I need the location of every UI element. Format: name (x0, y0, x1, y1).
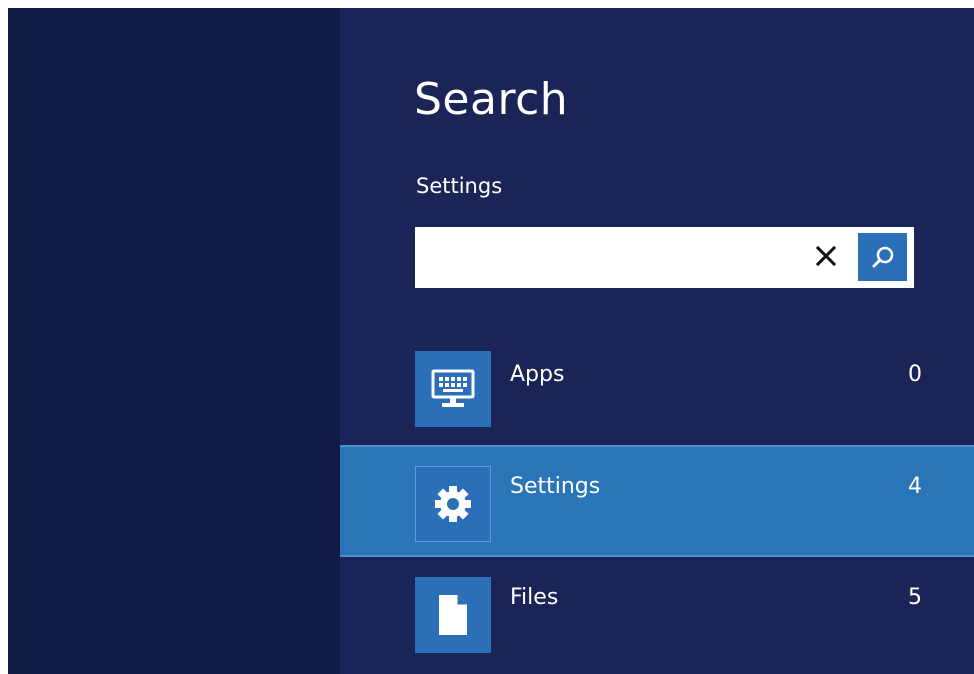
result-label: Files (510, 585, 559, 610)
result-count: 4 (908, 474, 922, 499)
desktop-background (8, 8, 340, 674)
charm-title: Search (414, 74, 569, 125)
result-count: 0 (908, 362, 922, 387)
files-tile (415, 577, 491, 653)
settings-tile (415, 466, 491, 542)
keyboard-monitor-icon (431, 369, 475, 407)
close-icon (815, 245, 837, 267)
result-label: Apps (510, 362, 565, 387)
screen: Search Settings Apps 0 Settings 4 Files … (8, 8, 974, 674)
search-box (415, 227, 914, 288)
search-icon (872, 246, 893, 268)
search-submit-button[interactable] (858, 233, 907, 281)
search-input[interactable] (415, 227, 800, 288)
result-label: Settings (510, 474, 601, 499)
search-scope-label[interactable]: Settings (416, 166, 502, 206)
result-row-files[interactable]: Files 5 (340, 573, 974, 674)
result-row-apps[interactable]: Apps 0 (340, 348, 974, 460)
result-row-settings[interactable]: Settings 4 (340, 445, 974, 557)
search-charm-pane: Search Settings Apps 0 Settings 4 Files … (340, 8, 974, 674)
clear-search-button[interactable] (811, 241, 841, 271)
gear-icon (435, 486, 471, 522)
apps-tile (415, 351, 491, 427)
result-count: 5 (908, 585, 922, 610)
file-icon (439, 595, 467, 635)
